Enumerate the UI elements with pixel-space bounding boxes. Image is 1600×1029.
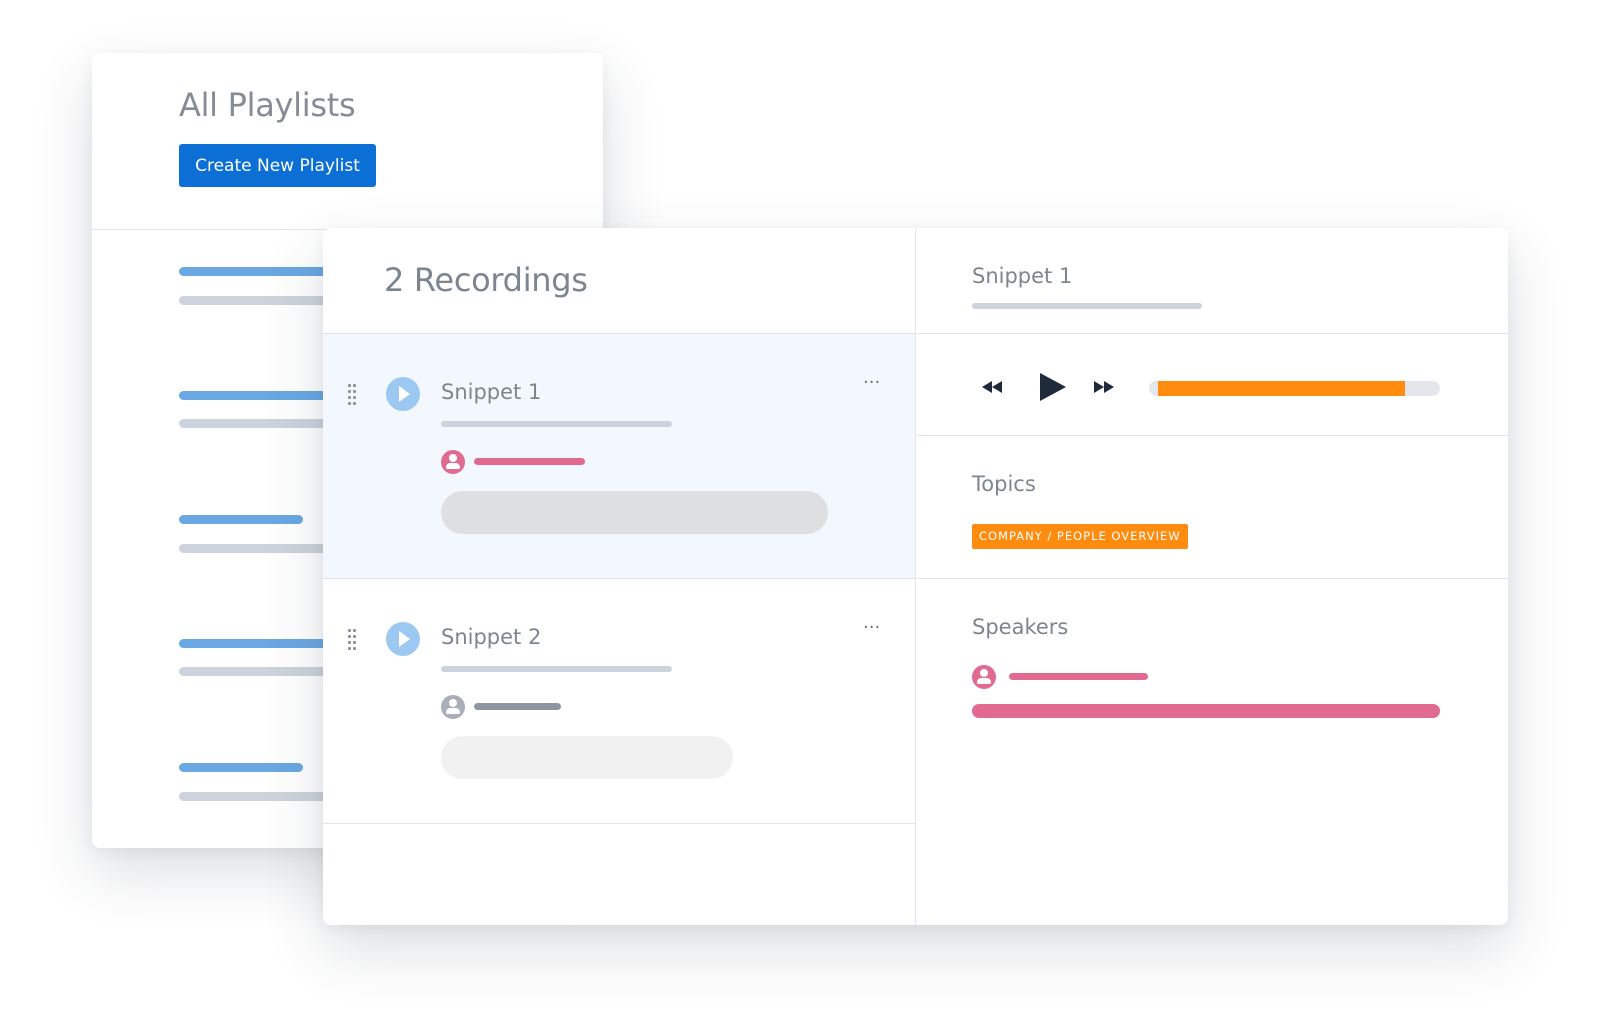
- speaker-avatar-icon: [972, 665, 996, 689]
- snippet-meta-placeholder: [441, 421, 672, 427]
- speaker-name-placeholder: [1009, 673, 1148, 680]
- topic-badge[interactable]: COMPANY / PEOPLE OVERVIEW: [972, 524, 1188, 549]
- snippet-detail-meta-placeholder: [972, 303, 1202, 309]
- playlist-name-placeholder: [179, 515, 303, 524]
- playlists-header: All Playlists Create New Playlist: [92, 53, 603, 230]
- speaker-name-placeholder: [474, 703, 561, 710]
- drag-handle-icon[interactable]: [348, 629, 358, 650]
- speakers-section: Speakers: [917, 579, 1508, 924]
- play-icon[interactable]: [1040, 373, 1066, 401]
- snippet-title: Snippet 1: [441, 380, 542, 404]
- recordings-header: 2 Recordings: [323, 228, 915, 334]
- more-options-icon[interactable]: ···: [863, 617, 880, 638]
- transcript-placeholder: [441, 736, 733, 779]
- snippet-detail-header: Snippet 1: [917, 228, 1508, 334]
- playback-progress-fill: [1158, 381, 1405, 396]
- topics-section: Topics COMPANY / PEOPLE OVERVIEW: [917, 436, 1508, 579]
- speaker-name-placeholder: [474, 458, 585, 465]
- playback-progress-bar[interactable]: [1149, 381, 1440, 396]
- create-new-playlist-button[interactable]: Create New Playlist: [179, 144, 376, 187]
- snippet-detail: Snippet 1 Topics COMPANY / PEOPLE OVERVI…: [917, 228, 1508, 925]
- page-title: All Playlists: [179, 86, 356, 124]
- play-icon[interactable]: [386, 622, 420, 656]
- snippet-row[interactable]: Snippet 2 ···: [323, 579, 915, 824]
- playlist-name-placeholder: [179, 763, 303, 772]
- snippet-title: Snippet 2: [441, 625, 542, 649]
- audio-player: [917, 334, 1508, 436]
- snippet-row[interactable]: Snippet 1 ···: [323, 334, 915, 579]
- speaker-avatar-icon: [441, 695, 465, 719]
- speakers-label: Speakers: [972, 615, 1069, 639]
- snippet-meta-placeholder: [441, 666, 672, 672]
- speaker-avatar-icon: [441, 450, 465, 474]
- fast-forward-icon[interactable]: [1094, 381, 1118, 395]
- more-options-icon[interactable]: ···: [863, 372, 880, 393]
- recordings-list: 2 Recordings Snippet 1 ··· Snippet 2 ···: [323, 228, 916, 925]
- play-icon[interactable]: [386, 377, 420, 411]
- snippet-detail-title: Snippet 1: [972, 264, 1073, 288]
- transcript-placeholder: [441, 491, 828, 534]
- recordings-count-title: 2 Recordings: [384, 261, 588, 299]
- topics-label: Topics: [972, 472, 1036, 496]
- rewind-icon[interactable]: [982, 381, 1006, 395]
- drag-handle-icon[interactable]: [348, 384, 358, 405]
- playlist-detail-panel: 2 Recordings Snippet 1 ··· Snippet 2 ···…: [323, 228, 1508, 925]
- speaker-talk-time-bar: [972, 704, 1440, 718]
